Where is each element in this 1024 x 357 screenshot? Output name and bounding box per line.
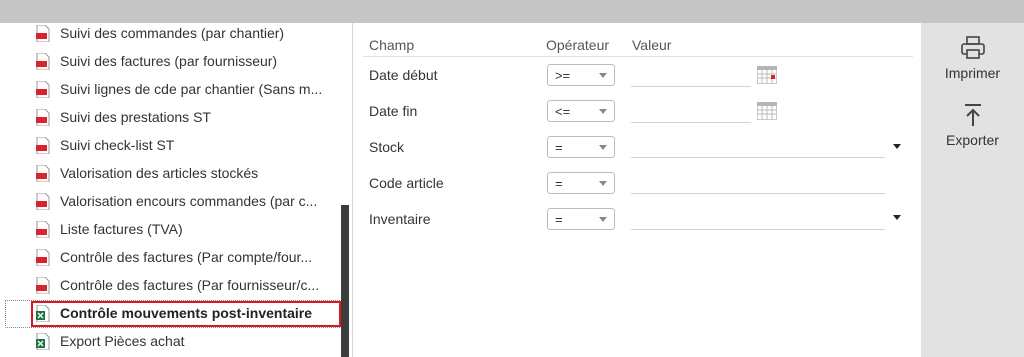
operator-select-date-fin[interactable]: <=: [547, 100, 615, 122]
export-label: Exporter: [946, 132, 999, 148]
date-debut-input[interactable]: [631, 86, 751, 87]
list-item[interactable]: Suivi check-list ST: [36, 132, 174, 158]
list-item-label: Suivi lignes de cde par chantier (Sans m…: [60, 81, 323, 97]
operator-value: =: [555, 140, 563, 155]
list-item-label: Suivi des factures (par fournisseur): [60, 53, 278, 69]
code-article-input[interactable]: [631, 193, 885, 194]
header-operator: Opérateur: [546, 37, 610, 53]
list-item-label: Suivi des commandes (par chantier): [60, 25, 285, 41]
calendar-icon[interactable]: [757, 66, 777, 84]
chevron-down-icon: [599, 145, 607, 150]
list-item[interactable]: Suivi des factures (par fournisseur): [36, 48, 277, 74]
list-item[interactable]: Valorisation des articles stockés: [36, 160, 258, 186]
excel-file-icon: [36, 332, 50, 350]
list-item[interactable]: Contrôle des factures (Par fournisseur/c…: [36, 272, 319, 298]
pdf-file-icon: [36, 164, 50, 182]
list-item-label: Suivi des prestations ST: [60, 109, 211, 125]
list-item[interactable]: Suivi des commandes (par chantier): [36, 23, 284, 46]
list-item-selected[interactable]: Contrôle mouvements post-inventaire: [36, 300, 312, 326]
stock-value-dropdown[interactable]: [631, 157, 885, 158]
filter-label-date-debut: Date début: [369, 67, 438, 83]
export-upload-icon: [964, 104, 981, 126]
list-item[interactable]: Export Pièces achat: [36, 328, 185, 354]
operator-select-code-article[interactable]: =: [547, 172, 615, 194]
header-value: Valeur: [632, 37, 672, 53]
panel-divider: [352, 23, 353, 357]
list-item-label: Contrôle des factures (Par compte/four..…: [60, 249, 313, 265]
header-field: Champ: [369, 37, 415, 53]
header-divider: [363, 56, 913, 57]
list-item-label: Liste factures (TVA): [60, 221, 183, 237]
pdf-file-icon: [36, 80, 50, 98]
list-item-label: Suivi check-list ST: [60, 137, 175, 153]
pdf-file-icon: [36, 248, 50, 266]
operator-value: >=: [555, 68, 571, 83]
inventaire-value-dropdown[interactable]: [631, 229, 885, 230]
pdf-file-icon: [36, 108, 50, 126]
chevron-down-icon: [599, 73, 607, 78]
list-item[interactable]: Suivi lignes de cde par chantier (Sans m…: [36, 76, 322, 102]
report-list: Suivi des commandes (par chantier) Suivi…: [0, 23, 352, 357]
filter-label-date-fin: Date fin: [369, 103, 418, 119]
print-button[interactable]: Imprimer: [921, 35, 1024, 81]
operator-select-inventaire[interactable]: =: [547, 208, 615, 230]
operator-select-date-debut[interactable]: >=: [547, 64, 615, 86]
list-item[interactable]: Liste factures (TVA): [36, 216, 183, 242]
operator-select-stock[interactable]: =: [547, 136, 615, 158]
list-item-label: Valorisation encours commandes (par c...: [60, 193, 318, 209]
pdf-file-icon: [36, 220, 50, 238]
pdf-file-icon: [36, 52, 50, 70]
calendar-icon[interactable]: [757, 102, 777, 120]
dropdown-arrow-icon[interactable]: [893, 215, 901, 220]
chevron-down-icon: [599, 109, 607, 114]
top-bar: [0, 0, 1024, 23]
list-item[interactable]: Valorisation encours commandes (par c...: [36, 188, 317, 214]
filter-label-inventaire: Inventaire: [369, 211, 431, 227]
filter-label-code-article: Code article: [369, 175, 444, 191]
date-fin-input[interactable]: [631, 122, 751, 123]
pdf-file-icon: [36, 276, 50, 294]
operator-value: <=: [555, 104, 571, 119]
export-button[interactable]: Exporter: [921, 102, 1024, 148]
operator-value: =: [555, 212, 563, 227]
list-scrollbar[interactable]: [341, 205, 349, 357]
excel-file-icon: [36, 304, 50, 322]
list-item-label: Export Pièces achat: [60, 333, 185, 349]
list-item-label: Contrôle des factures (Par fournisseur/c…: [60, 277, 320, 293]
pdf-file-icon: [36, 192, 50, 210]
print-label: Imprimer: [944, 65, 1001, 81]
list-item-label: Valorisation des articles stockés: [60, 165, 259, 181]
pdf-file-icon: [36, 24, 50, 42]
chevron-down-icon: [599, 217, 607, 222]
list-item[interactable]: Suivi des prestations ST: [36, 104, 211, 130]
dropdown-arrow-icon[interactable]: [893, 144, 901, 149]
filter-label-stock: Stock: [369, 139, 405, 155]
printer-icon: [960, 36, 985, 59]
chevron-down-icon: [599, 181, 607, 186]
list-item[interactable]: Contrôle des factures (Par compte/four..…: [36, 244, 312, 270]
list-item-label: Contrôle mouvements post-inventaire: [60, 305, 313, 321]
operator-value: =: [555, 176, 563, 191]
pdf-file-icon: [36, 136, 50, 154]
